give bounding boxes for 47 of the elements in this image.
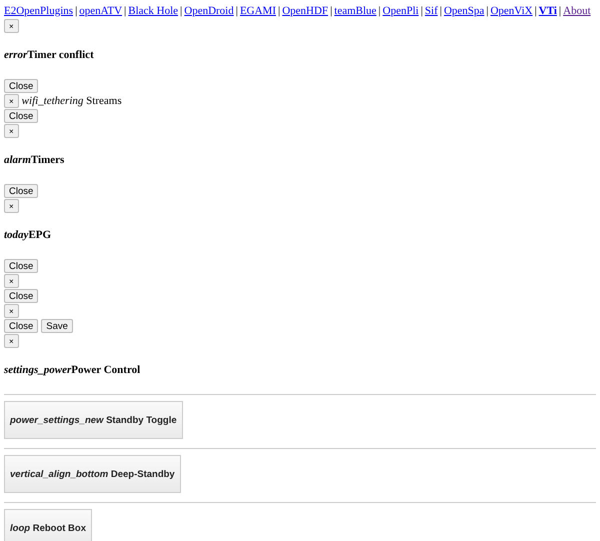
section-heading: settings_powerPower Control [4, 363, 142, 378]
separator: | [486, 5, 488, 17]
nav-link[interactable]: OpenHDF [282, 5, 328, 17]
power-action-button[interactable]: power_settings_new Standby Toggle [4, 401, 183, 439]
close-button[interactable]: × [4, 19, 19, 33]
separator: | [534, 5, 537, 17]
separator: | [236, 5, 238, 17]
nav-link[interactable]: OpenViX [490, 5, 533, 17]
nav-link[interactable]: About [563, 5, 591, 17]
close-button[interactable]: × [4, 94, 19, 108]
nav-link[interactable]: VTi [538, 5, 557, 17]
close-button[interactable]: Close [4, 259, 38, 273]
separator: | [330, 5, 332, 17]
separator: | [558, 5, 562, 17]
nav-link[interactable]: openATV [79, 5, 122, 17]
power-action-button[interactable]: loop Reboot Box [4, 509, 92, 541]
separator: | [180, 5, 182, 17]
streams-label: wifi_tethering Streams [22, 95, 122, 107]
nav-link[interactable]: OpenPli [382, 5, 419, 17]
nav-link[interactable]: teamBlue [334, 5, 376, 17]
separator: | [124, 5, 126, 17]
section-heading: todayEPG [4, 228, 52, 243]
section-heading: errorTimer conflict [4, 48, 95, 63]
nav-link[interactable]: Sif [424, 5, 438, 17]
nav-link[interactable]: OpenSpa [444, 5, 484, 17]
close-button[interactable]: × [4, 274, 19, 288]
close-button[interactable]: × [4, 124, 19, 138]
separator: | [75, 5, 78, 17]
section-heading: alarmTimers [4, 153, 66, 168]
nav-link[interactable]: E2OpenPlugins [4, 5, 74, 17]
nav-link[interactable]: OpenDroid [184, 5, 234, 17]
nav-link[interactable]: EGAMI [240, 5, 276, 17]
close-button[interactable]: Close [4, 109, 38, 123]
close-button[interactable]: Close [4, 79, 38, 93]
close-button[interactable]: × [4, 304, 19, 318]
close-button[interactable]: Close [4, 184, 38, 198]
separator: | [278, 5, 280, 17]
nav-link[interactable]: Black Hole [128, 5, 178, 17]
separator: | [378, 5, 381, 17]
save-button[interactable]: Save [41, 319, 73, 333]
separator: | [420, 5, 423, 17]
separator: | [440, 5, 442, 17]
close-button[interactable]: Close [4, 319, 38, 333]
close-button[interactable]: × [4, 199, 19, 213]
close-button[interactable]: Close [4, 289, 38, 303]
close-button[interactable]: × [4, 334, 19, 348]
power-action-button[interactable]: vertical_align_bottom Deep-Standby [4, 455, 181, 493]
